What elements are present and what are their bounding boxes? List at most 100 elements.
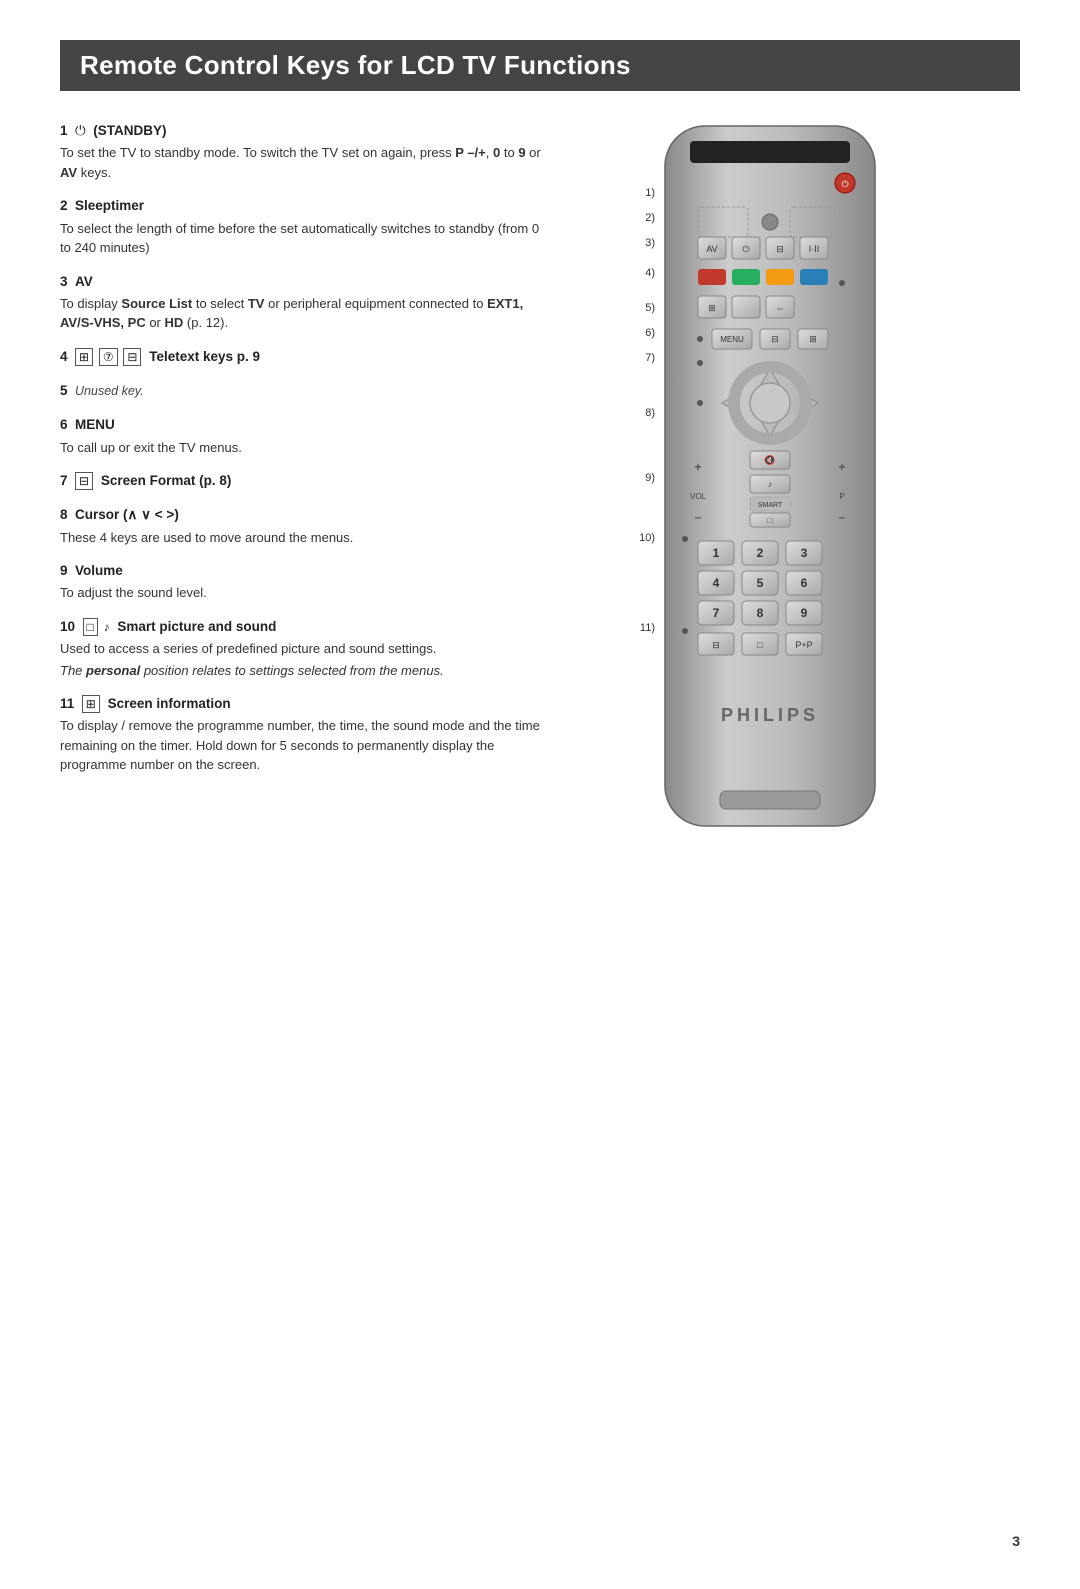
svg-text:–: – [839,510,846,524]
teletext-icons: ⊞ [75,348,93,366]
svg-text:AV: AV [706,244,717,254]
svg-text:□: □ [768,516,773,525]
svg-text:7: 7 [713,606,720,620]
svg-text:⏻: ⏻ [841,179,848,189]
page-title: Remote Control Keys for LCD TV Functions [80,50,1000,81]
section-2-body: To select the length of time before the … [60,219,550,258]
svg-text:8): 8) [645,407,655,419]
section-4-title: Teletext keys p. 9 [149,349,260,364]
svg-text:2: 2 [757,546,764,560]
section-8-body: These 4 keys are used to move around the… [60,528,550,548]
section-11: 11 ⊞ Screen information To display / rem… [60,694,550,775]
section-5-header: 5 Unused key. [60,381,550,401]
section-6-number: 6 [60,417,71,432]
svg-text:⊞: ⊞ [809,334,817,344]
section-10-number: 10 [60,619,79,634]
right-content: ⏻ 1) 2) 3) 4) 5) 6) 7) 8) 9) 10) 11) [580,121,960,846]
section-10-header: 10 □ ♪ Smart picture and sound [60,617,550,637]
section-2-number: 2 [60,198,71,213]
section-7: 7 ⊟ Screen Format (p. 8) [60,471,550,491]
section-9-header: 9 Volume [60,561,550,581]
svg-text:+: + [694,460,701,474]
svg-text:6): 6) [645,327,655,339]
svg-text:–: – [695,510,702,524]
svg-text:4: 4 [713,576,720,590]
section-4-header: 4 ⊞ ⑦ ⊟ Teletext keys p. 9 [60,347,550,367]
left-content: 1 ⏻ (STANDBY) To set the TV to standby m… [60,121,550,789]
section-9-body: To adjust the sound level. [60,583,550,603]
svg-text:⊟: ⊟ [771,334,779,344]
page-number: 3 [1012,1533,1020,1549]
section-1: 1 ⏻ (STANDBY) To set the TV to standby m… [60,121,550,182]
section-11-body: To display / remove the programme number… [60,716,550,775]
section-5-number: 5 [60,383,71,398]
section-10-body: Used to access a series of predefined pi… [60,639,550,659]
smart-picture-icon1: □ [83,618,98,636]
section-6-header: 6 MENU [60,415,550,435]
section-11-number: 11 [60,696,78,711]
svg-text:PHILIPS: PHILIPS [721,705,819,725]
section-10: 10 □ ♪ Smart picture and sound Used to a… [60,617,550,680]
section-3-body: To display Source List to select TV or p… [60,294,550,333]
section-3-title: AV [75,274,93,289]
section-2-header: 2 Sleeptimer [60,196,550,216]
section-5-title: Unused key. [75,384,144,398]
section-2-title: Sleeptimer [75,198,144,213]
section-9-title: Volume [75,563,123,578]
svg-text:⊟: ⊟ [712,640,720,650]
svg-text:11): 11) [640,622,655,634]
section-6: 6 MENU To call up or exit the TV menus. [60,415,550,457]
svg-text:⊟: ⊟ [776,244,784,254]
section-4: 4 ⊞ ⑦ ⊟ Teletext keys p. 9 [60,347,550,367]
section-5: 5 Unused key. [60,381,550,401]
section-1-title: (STANDBY) [89,123,166,138]
page-container: Remote Control Keys for LCD TV Functions… [0,0,1080,1589]
svg-text:9: 9 [801,606,808,620]
svg-text:6: 6 [801,576,808,590]
section-9-number: 9 [60,563,71,578]
section-8: 8 Cursor (∧ ∨ < >) These 4 keys are used… [60,505,550,547]
svg-text:□: □ [757,640,763,650]
section-7-number: 7 [60,473,71,488]
section-4-number: 4 [60,349,71,364]
svg-text:2): 2) [645,212,655,224]
smart-sound-icon: ♪ [104,620,110,634]
screen-info-icon: ⊞ [82,695,100,713]
section-1-header: 1 ⏻ (STANDBY) [60,121,550,141]
section-6-title: MENU [75,417,115,432]
svg-text:5: 5 [757,576,764,590]
title-bar: Remote Control Keys for LCD TV Functions [60,40,1020,91]
svg-text:⇔: ⇔ [776,303,785,313]
main-layout: 1 ⏻ (STANDBY) To set the TV to standby m… [60,121,1020,846]
section-10-title: Smart picture and sound [117,619,276,634]
teletext-icon2: ⑦ [99,348,118,366]
section-1-body: To set the TV to standby mode. To switch… [60,143,550,182]
remote-wrapper: ⏻ 1) 2) 3) 4) 5) 6) 7) 8) 9) 10) 11) [610,121,930,846]
svg-text:P+P: P+P [795,640,812,650]
svg-text:3: 3 [801,546,808,560]
section-10-note: The personal position relates to setting… [60,661,550,681]
svg-text:9): 9) [645,472,655,484]
section-8-number: 8 [60,507,71,522]
svg-text:P: P [839,492,844,501]
svg-text:1): 1) [645,187,655,199]
section-2: 2 Sleeptimer To select the length of tim… [60,196,550,257]
section-1-number: 1 [60,123,71,138]
svg-text:+: + [838,460,845,474]
svg-text:⏻: ⏻ [742,244,749,254]
section-3-number: 3 [60,274,71,289]
section-8-header: 8 Cursor (∧ ∨ < >) [60,505,550,525]
svg-text:10): 10) [639,532,655,544]
svg-text:VOL: VOL [690,492,707,501]
svg-text:3): 3) [645,237,655,249]
section-9: 9 Volume To adjust the sound level. [60,561,550,603]
svg-text:8: 8 [757,606,764,620]
svg-text:5): 5) [645,302,655,314]
svg-text:🔇: 🔇 [764,454,775,465]
svg-text:I·II: I·II [809,244,820,254]
screen-format-icon: ⊟ [75,472,93,490]
section-7-header: 7 ⊟ Screen Format (p. 8) [60,471,550,491]
remote-svg: ⏻ 1) 2) 3) 4) 5) 6) 7) 8) 9) 10) 11) [610,121,930,841]
section-11-title: Screen information [108,696,231,711]
svg-text:⊞: ⊞ [708,303,716,313]
